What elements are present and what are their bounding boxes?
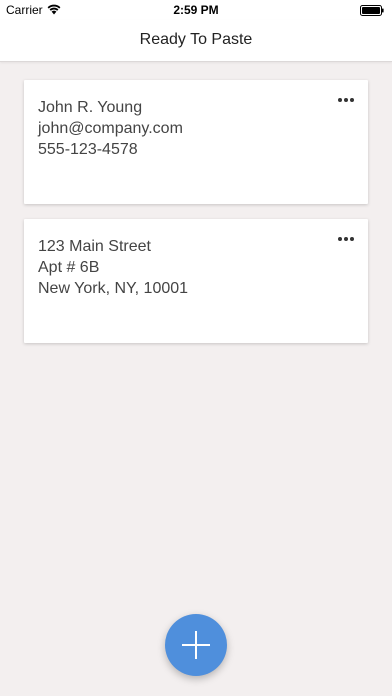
card-text: 123 Main Street Apt # 6B New York, NY, 1…	[38, 236, 188, 299]
card-line-phone: 555-123-4578	[38, 141, 138, 158]
card-line-city: New York, NY, 10001	[38, 280, 189, 297]
card-line-street: 123 Main Street	[38, 238, 151, 255]
more-dots-icon[interactable]	[336, 233, 356, 245]
card-line-name: John R. Young	[38, 99, 143, 116]
page-title: Ready To Paste	[139, 31, 253, 48]
nav-bar: Ready To Paste	[0, 20, 392, 62]
more-dots-icon[interactable]	[336, 94, 356, 106]
clock-time: 2:59 PM	[173, 3, 219, 17]
clip-card-contact[interactable]: John R. Young john@company.com 555-123-4…	[24, 80, 368, 204]
clip-card-address[interactable]: 123 Main Street Apt # 6B New York, NY, 1…	[24, 219, 368, 343]
add-button[interactable]	[165, 614, 227, 676]
card-text: John R. Young john@company.com 555-123-4…	[38, 97, 183, 160]
status-bar: Carrier 2:59 PM	[0, 0, 392, 20]
battery-icon	[360, 5, 384, 16]
card-line-email: john@company.com	[38, 120, 183, 137]
card-line-apt: Apt # 6B	[38, 259, 100, 276]
